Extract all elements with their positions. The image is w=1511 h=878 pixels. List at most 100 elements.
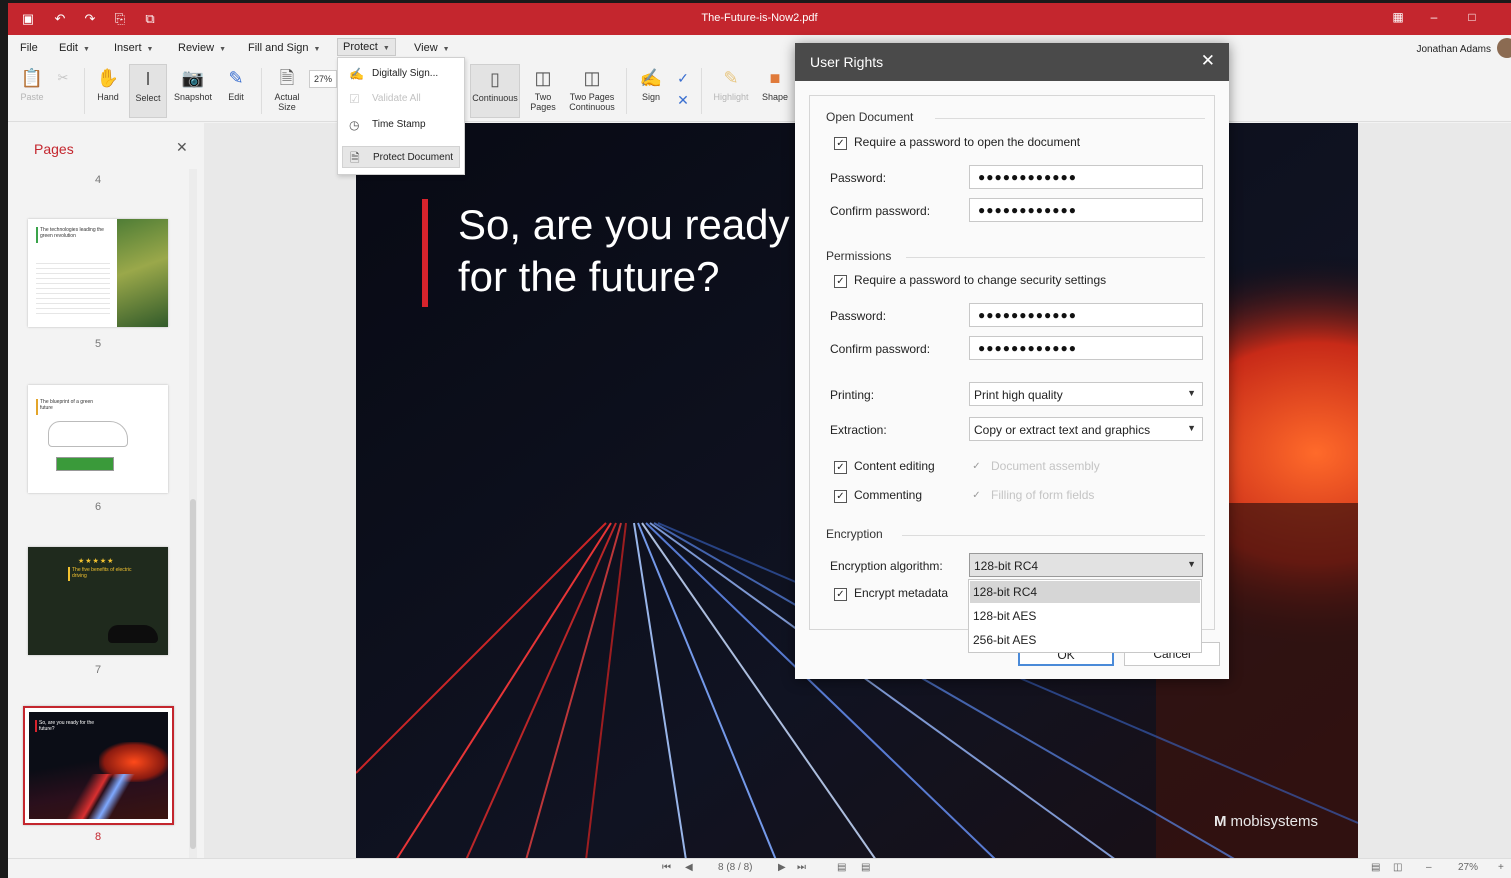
content-editing-checkbox[interactable]: ✓ [834, 461, 847, 474]
scroll-thumb[interactable] [190, 499, 196, 849]
validate-icon: ☑ [349, 92, 360, 106]
thumb-title: The technologies leading the green revol… [40, 227, 104, 239]
close-icon[interactable]: ✕ [176, 139, 188, 156]
encrypt-metadata-checkbox[interactable]: ✓ [834, 588, 847, 601]
two-pages-button[interactable]: ◫ Two Pages [522, 64, 564, 118]
shape-button[interactable]: ■ Shape [756, 64, 794, 118]
chevron-down-icon: ▼ [219, 46, 227, 53]
chevron-down-icon: ▼ [146, 46, 154, 53]
two-page-view-icon[interactable]: ◫ [1393, 862, 1402, 873]
menu-item-time-stamp[interactable]: ◷ Time Stamp [342, 114, 460, 136]
pages-scrollbar[interactable] [189, 169, 197, 859]
chevron-down-icon: ▼ [313, 46, 321, 53]
last-page-icon[interactable]: ⏭ [797, 862, 806, 873]
permissions-confirm-password-field[interactable]: ●●●●●●●●●●●● [969, 336, 1203, 360]
page-thumbnail-7[interactable]: ★★★★★ The five benefits of electric driv… [28, 547, 168, 655]
two-pages-continuous-icon: ◫ [583, 68, 601, 88]
snapshot-button[interactable]: 📷 Snapshot [171, 64, 215, 118]
require-security-password-checkbox[interactable]: ✓ [834, 275, 847, 288]
extraction-select[interactable]: Copy or extract text and graphics ▼ [969, 417, 1203, 441]
avatar[interactable] [1497, 38, 1511, 58]
mobisystems-logo-icon: M [1213, 813, 1227, 830]
menu-insert[interactable]: Insert ▼ [109, 40, 158, 56]
menu-edit[interactable]: Edit ▼ [54, 40, 95, 56]
cut-copy-button[interactable]: ✂ [52, 64, 74, 118]
sign-label: Sign [641, 92, 660, 102]
menu-protect[interactable]: Protect ▼ [337, 38, 396, 56]
option-256-bit-aes[interactable]: 256-bit AES [970, 629, 1200, 651]
zoom-level[interactable]: 27% [1458, 862, 1478, 873]
commenting-checkbox[interactable]: ✓ [834, 490, 847, 503]
fit-page-icon[interactable]: ▤ [837, 862, 846, 873]
protect-menu: ✍ Digitally Sign... ☑ Validate All ◷ Time S… [337, 57, 465, 175]
battery-icon [56, 457, 114, 471]
filling-form-fields-checkbox[interactable]: ✓ [970, 490, 983, 503]
select-tool-button[interactable]: I Select [129, 64, 167, 118]
edit-button[interactable]: ✎ Edit [216, 64, 256, 118]
menu-fill-and-sign[interactable]: Fill and Sign ▼ [243, 40, 325, 56]
permissions-password-field[interactable]: ●●●●●●●●●●●● [969, 303, 1203, 327]
menu-item-label: Time Stamp [372, 119, 426, 130]
option-128-bit-rc4[interactable]: 128-bit RC4 [970, 581, 1200, 603]
page-thumbnail-8[interactable]: So, are you ready for the future? [23, 706, 174, 825]
zoom-field[interactable]: 27% [309, 70, 337, 88]
section-encryption: Encryption [826, 527, 883, 541]
cancel-x-icon[interactable]: ✕ [677, 92, 689, 108]
document-assembly-label: Document assembly [991, 459, 1100, 473]
printing-select[interactable]: Print high quality ▼ [969, 382, 1203, 406]
menu-item-protect-document[interactable]: 🗎 Protect Document [342, 146, 460, 168]
menu-label: Insert [114, 42, 142, 54]
first-page-icon[interactable]: ⏮ [662, 862, 671, 873]
chevron-down-icon: ▼ [1187, 423, 1196, 433]
chevron-down-icon: ▼ [1187, 559, 1196, 569]
two-pages-continuous-button[interactable]: ◫ Two Pages Continuous [566, 64, 618, 118]
open-confirm-password-field[interactable]: ●●●●●●●●●●●● [969, 198, 1203, 222]
sign-button[interactable]: ✍ Sign [632, 64, 670, 118]
protect-doc-icon: 🗎 [350, 151, 360, 165]
page-number: 4 [94, 174, 102, 186]
accept-button[interactable]: ✓ ✕ [673, 64, 693, 118]
menu-file[interactable]: File [15, 40, 43, 56]
require-security-password-label: Require a password to change security se… [854, 273, 1107, 287]
require-open-password-label: Require a password to open the document [854, 135, 1081, 149]
thumb-accent [36, 399, 38, 415]
minimize-icon[interactable]: – [1425, 10, 1443, 28]
menu-item-validate-all[interactable]: ☑ Validate All [342, 88, 460, 110]
fullscreen-icon[interactable]: ▦ [1389, 10, 1407, 28]
open-confirm-password-label: Confirm password: [830, 204, 931, 218]
require-open-password-checkbox[interactable]: ✓ [834, 137, 847, 150]
fit-width-icon[interactable]: ▤ [861, 862, 870, 873]
menu-bar: File Edit ▼ Insert ▼ Review ▼ Fill and Sign… [8, 35, 1511, 60]
user-name[interactable]: Jonathan Adams [1417, 44, 1492, 55]
maximize-icon[interactable]: □ [1463, 10, 1481, 28]
menu-review[interactable]: Review ▼ [173, 40, 231, 56]
page-number-selected: 8 [94, 831, 102, 843]
actual-size-icon: 🗎 [279, 68, 295, 88]
highlight-button[interactable]: ✎ Highlight [709, 64, 753, 118]
continuous-button[interactable]: ▯ Continuous [470, 64, 520, 118]
window-title: The-Future-is-Now2.pdf [701, 12, 818, 24]
open-password-field[interactable]: ●●●●●●●●●●●● [969, 165, 1203, 189]
zoom-out-icon[interactable]: – [1426, 862, 1432, 873]
option-128-bit-aes[interactable]: 128-bit AES [970, 605, 1200, 627]
encryption-algorithm-select[interactable]: 128-bit RC4 ▼ [969, 553, 1203, 577]
actual-size-button[interactable]: 🗎 Actual Size [267, 64, 307, 118]
document-assembly-checkbox[interactable]: ✓ [970, 461, 983, 474]
page-indicator[interactable]: 8 (8 / 8) [718, 862, 752, 873]
section-divider [906, 257, 1205, 258]
zoom-in-icon[interactable]: + [1498, 862, 1504, 873]
menu-view[interactable]: View ▼ [409, 40, 455, 56]
single-page-view-icon[interactable]: ▤ [1371, 862, 1380, 873]
page-thumbnail-5[interactable]: The technologies leading the green revol… [28, 219, 168, 327]
prev-page-icon[interactable]: ◀ [685, 862, 693, 873]
shape-label: Shape [761, 92, 789, 102]
ribbon-separator [701, 68, 702, 114]
paste-button[interactable]: 📋 Paste [12, 64, 52, 118]
hand-tool-button[interactable]: ✋ Hand [88, 64, 128, 118]
next-page-icon[interactable]: ▶ [778, 862, 786, 873]
thumb-photo [117, 219, 168, 327]
close-icon[interactable]: ✕ [1201, 51, 1215, 71]
thumb-text-lines [36, 259, 110, 315]
page-thumbnail-6[interactable]: The blueprint of a green future [28, 385, 168, 493]
menu-item-digitally-sign[interactable]: ✍ Digitally Sign... [342, 63, 460, 85]
